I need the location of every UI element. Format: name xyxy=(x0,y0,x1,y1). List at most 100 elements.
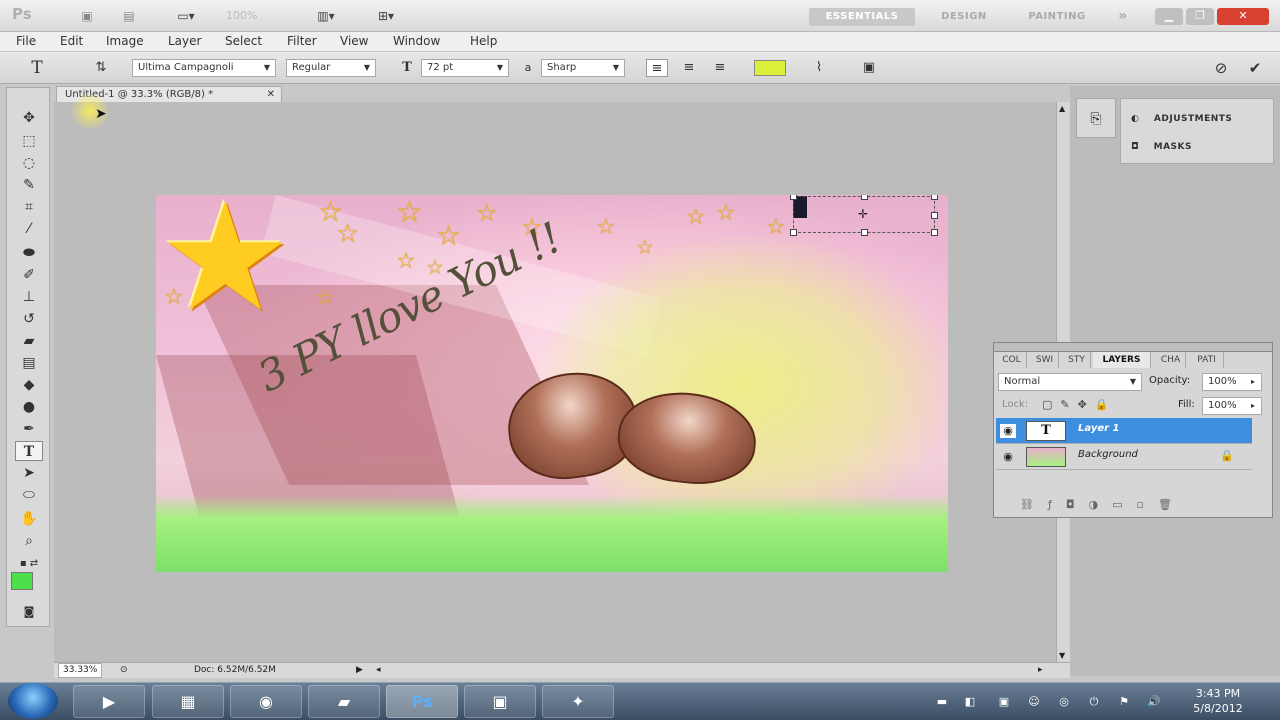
menu-view[interactable]: View xyxy=(340,34,368,48)
warp-text-icon[interactable]: ⌇ xyxy=(808,59,830,77)
arrange-documents-icon[interactable]: ▥▾ xyxy=(306,6,346,26)
hand-tool-icon[interactable]: ✋ xyxy=(15,509,43,529)
spot-healing-tool-icon[interactable]: ⬬ xyxy=(15,243,43,263)
tab-styles[interactable]: STY xyxy=(1063,352,1091,368)
horizontal-scroll-right-icon[interactable]: ▸ xyxy=(1038,663,1043,678)
menu-image[interactable]: Image xyxy=(106,34,144,48)
marquee-tool-icon[interactable]: ⬚ xyxy=(15,131,43,151)
type-tool-icon[interactable]: T xyxy=(15,441,43,461)
zoom-level-select[interactable]: 100% xyxy=(226,9,257,22)
layers-panel-header[interactable] xyxy=(993,342,1273,352)
close-document-icon[interactable]: ✕ xyxy=(267,87,275,102)
font-family-select[interactable]: Ultima Campagnoli ▼ xyxy=(132,59,276,77)
brush-tool-icon[interactable]: ✐ xyxy=(15,265,43,285)
status-menu-arrow-icon[interactable]: ▶ xyxy=(356,663,363,678)
workspace-design[interactable]: DESIGN xyxy=(928,8,1000,26)
eraser-tool-icon[interactable]: ▰ xyxy=(15,331,43,351)
view-extras-icon[interactable]: ▭▾ xyxy=(166,6,206,26)
status-zoom-field[interactable]: 33.33% xyxy=(58,663,103,678)
toggle-orientation-icon[interactable]: ⇅ xyxy=(90,59,112,77)
menu-select[interactable]: Select xyxy=(225,34,262,48)
taskbar-clock[interactable]: 3:43 PM 5/8/2012 xyxy=(1186,686,1250,716)
font-style-select[interactable]: Regular ▼ xyxy=(286,59,376,77)
swap-colors-icon[interactable]: ▪ ⇄ xyxy=(15,554,43,574)
lasso-tool-icon[interactable]: ◌ xyxy=(15,153,43,173)
tray-network-icon[interactable]: ▣ xyxy=(996,695,1012,709)
align-left-icon[interactable]: ≡ xyxy=(646,59,668,77)
text-color-swatch[interactable] xyxy=(754,60,786,76)
zoom-tool-icon[interactable]: ⌕ xyxy=(15,531,43,551)
taskbar-notes-icon[interactable]: ▰ xyxy=(308,685,380,718)
align-right-icon[interactable]: ≡ xyxy=(709,59,731,77)
clone-stamp-tool-icon[interactable]: ⊥ xyxy=(15,287,43,307)
more-workspaces-icon[interactable]: » xyxy=(1110,8,1136,26)
blur-tool-icon[interactable]: ◆ xyxy=(15,375,43,395)
tray-emoji-icon[interactable]: ☺ xyxy=(1026,695,1042,709)
menu-window[interactable]: Window xyxy=(393,34,440,48)
dodge-tool-icon[interactable]: ● xyxy=(15,397,43,417)
tab-layers[interactable]: LAYERS xyxy=(1093,352,1151,368)
taskbar-chrome-icon[interactable]: ◉ xyxy=(230,685,302,718)
tab-channels[interactable]: CHA xyxy=(1156,352,1186,368)
shape-tool-icon[interactable]: ⬭ xyxy=(15,485,43,505)
fill-field[interactable]: 100% ▸ xyxy=(1202,397,1262,415)
workspace-essentials[interactable]: ESSENTIALS xyxy=(809,8,915,26)
character-panel-icon[interactable]: ▣ xyxy=(858,59,880,77)
foreground-color-swatch[interactable] xyxy=(11,572,33,590)
history-icon[interactable]: ⎘ xyxy=(1076,98,1116,138)
antialias-select[interactable]: Sharp ▼ xyxy=(541,59,625,77)
layer-row-background[interactable]: ◉ Background 🔒 xyxy=(996,444,1252,470)
layers-footer-icons[interactable]: ⛓ƒ◘◑▭▫🗑 xyxy=(1020,498,1186,511)
restore-icon[interactable]: ❐ xyxy=(1186,8,1214,25)
path-selection-tool-icon[interactable]: ➤ xyxy=(15,463,43,483)
quick-mask-icon[interactable]: ◙ xyxy=(15,602,43,622)
tray-volume-icon[interactable]: 🔊 xyxy=(1146,695,1162,709)
workspace-painting[interactable]: PAINTING xyxy=(1012,8,1102,26)
screen-mode-icon[interactable]: ⊞▾ xyxy=(366,6,406,26)
visibility-eye-icon[interactable]: ◉ xyxy=(1000,450,1016,464)
tray-update-icon[interactable]: ◎ xyxy=(1056,695,1072,709)
visibility-eye-icon[interactable]: ◉ xyxy=(1000,424,1016,438)
crop-tool-icon[interactable]: ⌗ xyxy=(15,197,43,217)
history-brush-tool-icon[interactable]: ↺ xyxy=(15,309,43,329)
mini-bridge-icon[interactable]: ▤ xyxy=(118,6,140,26)
tab-swatches[interactable]: SWI xyxy=(1031,352,1059,368)
tray-flag-icon[interactable]: ⚑ xyxy=(1116,695,1132,709)
tab-paths[interactable]: PATI xyxy=(1190,352,1224,368)
taskbar-app-icon[interactable]: ✦ xyxy=(542,685,614,718)
image-canvas[interactable]: ★ ☆ ☆ ☆ ☆ ☆ ☆ ☆ ☆ ☆ ☆ ☆ ☆ ☆ ☆ ☆ 3 PY llo… xyxy=(156,195,948,572)
pen-tool-icon[interactable]: ✒ xyxy=(15,419,43,439)
minimize-icon[interactable]: ▁ xyxy=(1155,8,1183,25)
lock-icons[interactable]: ▢✎✥🔒 xyxy=(1042,398,1117,411)
eyedropper-tool-icon[interactable]: ⁄ xyxy=(15,219,43,239)
move-tool-icon[interactable]: ✥ xyxy=(15,108,43,128)
close-icon[interactable]: ✕ xyxy=(1217,8,1269,25)
blend-mode-select[interactable]: Normal ▼ xyxy=(998,373,1142,391)
tray-power-icon[interactable]: ⏻ xyxy=(1086,695,1102,709)
adjustments-item[interactable]: ◐ ADJUSTMENTS xyxy=(1131,109,1232,129)
gradient-tool-icon[interactable]: ▤ xyxy=(15,353,43,373)
masks-item[interactable]: ◘ MASKS xyxy=(1131,137,1192,157)
tab-color[interactable]: COL xyxy=(997,352,1027,368)
taskbar-photoshop-icon[interactable]: Ps xyxy=(386,685,458,718)
type-tool-preset-icon[interactable]: T xyxy=(26,59,48,77)
opacity-field[interactable]: 100% ▸ xyxy=(1202,373,1262,391)
start-button[interactable] xyxy=(8,683,58,719)
tray-folder-icon[interactable]: ▬ xyxy=(934,695,950,709)
menu-file[interactable]: File xyxy=(16,34,36,48)
menu-filter[interactable]: Filter xyxy=(287,34,317,48)
menu-edit[interactable]: Edit xyxy=(60,34,83,48)
taskbar-media-icon[interactable]: ▶ xyxy=(73,685,145,718)
horizontal-scroll-left-icon[interactable]: ◂ xyxy=(376,663,381,678)
bridge-icon[interactable]: ▣ xyxy=(76,6,98,26)
layer-row-layer-1[interactable]: ◉ T Layer 1 xyxy=(996,418,1252,444)
status-settings-icon[interactable]: ⊙ xyxy=(120,663,128,678)
taskbar-recorder-icon[interactable]: ▣ xyxy=(464,685,536,718)
menu-layer[interactable]: Layer xyxy=(168,34,201,48)
text-bounding-box[interactable]: ✛ xyxy=(790,195,938,236)
commit-edits-icon[interactable]: ✔ xyxy=(1244,59,1266,77)
font-size-select[interactable]: 72 pt ▼ xyxy=(421,59,509,77)
layer-name[interactable]: Layer 1 xyxy=(1078,423,1119,434)
taskbar-windows-icon[interactable]: ▦ xyxy=(152,685,224,718)
menu-help[interactable]: Help xyxy=(470,34,497,48)
